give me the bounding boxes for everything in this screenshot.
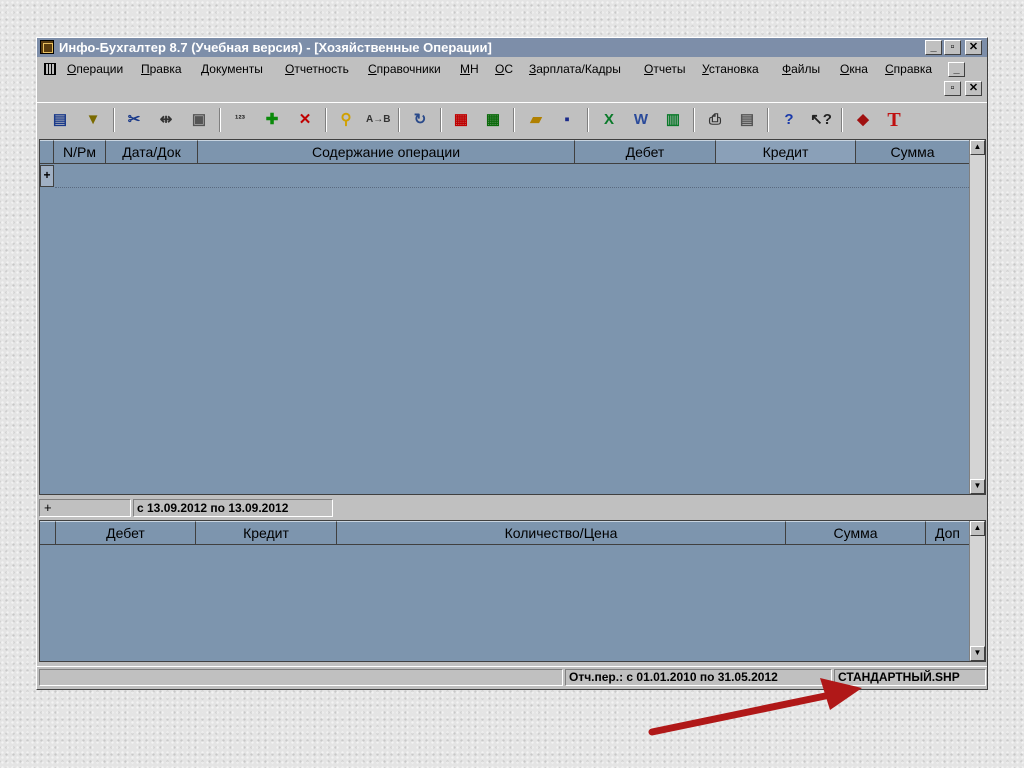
toolbar-separator (767, 108, 769, 132)
column-header-content[interactable]: Содержание операции (198, 140, 575, 164)
app-icon[interactable] (40, 40, 54, 54)
calculator-icon[interactable]: ▦ (481, 109, 505, 131)
toolbar-separator (841, 108, 843, 132)
toolbar-separator (113, 108, 115, 132)
report-icon[interactable]: ▥ (661, 109, 685, 131)
menu-mn[interactable]: МН (460, 62, 479, 76)
menu-os[interactable]: ОС (495, 62, 513, 76)
period-bar: + с 13.09.2012 по 13.09.2012 (39, 499, 986, 519)
column-header-sum[interactable]: Сумма (856, 140, 970, 164)
minimize-button[interactable]: _ (925, 40, 942, 55)
title-bar[interactable]: Инфо-Бухгалтер 8.7 (Учебная версия) - [Х… (37, 38, 987, 57)
scroll-down-arrow[interactable]: ▼ (970, 479, 985, 494)
close-button[interactable]: ✕ (965, 40, 982, 55)
search-icon[interactable]: ⚲ (334, 109, 358, 131)
child-minimize-button[interactable]: _ (948, 62, 965, 77)
menu-help[interactable]: Справка (885, 62, 932, 76)
toolbar-separator (440, 108, 442, 132)
operations-scrollbar[interactable]: ▲ ▼ (969, 140, 985, 494)
toolbar (37, 102, 987, 137)
numbering-icon[interactable]: ¹²³ (228, 109, 252, 131)
table-row[interactable] (55, 165, 969, 188)
menu-windows[interactable]: Окна (840, 62, 868, 76)
column-header-sum[interactable]: Сумма (786, 521, 926, 545)
toolbar-separator (398, 108, 400, 132)
window-title: Инфо-Бухгалтер 8.7 (Учебная версия) - [Х… (59, 40, 492, 55)
app-logo-icon[interactable]: ◆ (851, 109, 875, 131)
menu-reports[interactable]: Отчеты (644, 62, 686, 76)
child-close-button[interactable]: ✕ (965, 81, 982, 96)
column-header-extra[interactable]: Доп (926, 521, 970, 545)
excel-icon[interactable]: X (597, 109, 621, 131)
arrow-shaft (648, 691, 834, 736)
print-icon[interactable]: ⎙ (703, 109, 727, 131)
operations-table: N/Рм Дата/Док Содержание операции Дебет … (39, 139, 986, 495)
menu-reporting[interactable]: Отчетность (285, 62, 349, 76)
entries-scrollbar[interactable]: ▲ ▼ (969, 521, 985, 661)
row-selector-header (40, 140, 54, 164)
arrow-head (820, 678, 862, 710)
open-folder-icon[interactable]: ▰ (524, 109, 548, 131)
entries-table: Дебет Кредит Количество/Цена Сумма Доп ▲… (39, 520, 986, 662)
menu-edit[interactable]: Правка (141, 62, 182, 76)
menu-files[interactable]: Файлы (782, 62, 820, 76)
t-logo-icon[interactable]: T (882, 109, 906, 131)
toolbar-separator (325, 108, 327, 132)
period-expand-marker[interactable]: + (39, 499, 131, 517)
save-icon[interactable]: ▪ (555, 109, 579, 131)
column-header-number[interactable]: N/Рм (54, 140, 106, 164)
menu-documents[interactable]: Документы (201, 62, 263, 76)
child-restore-button[interactable]: ▫ (944, 81, 961, 96)
column-header-credit[interactable]: Кредит (196, 521, 337, 545)
toolbar-separator (219, 108, 221, 132)
column-header-debit[interactable]: Дебет (575, 140, 716, 164)
column-header-quantity-price[interactable]: Количество/Цена (337, 521, 786, 545)
toolbar-separator (587, 108, 589, 132)
period-range[interactable]: с 13.09.2012 по 13.09.2012 (133, 499, 333, 517)
menu-setup[interactable]: Установка (702, 62, 759, 76)
menu-operations[interactable]: Операции (67, 62, 123, 76)
menu-references[interactable]: Справочники (368, 62, 441, 76)
scroll-up-arrow[interactable]: ▲ (970, 140, 985, 155)
preview-icon[interactable]: ▤ (735, 109, 759, 131)
merge-icon[interactable]: ⇹ (154, 109, 178, 131)
toolbar-separator (513, 108, 515, 132)
app-window: Инфо-Бухгалтер 8.7 (Учебная версия) - [Х… (36, 37, 988, 690)
word-icon[interactable]: W (629, 109, 653, 131)
column-header-debit[interactable]: Дебет (56, 521, 196, 545)
refresh-icon[interactable]: ↻ (408, 109, 432, 131)
journal-icon[interactable]: ▤ (48, 109, 72, 131)
menu-payroll[interactable]: Зарплата/Кадры (529, 62, 621, 76)
document-menu-icon[interactable] (44, 63, 56, 75)
context-help-icon[interactable]: ↖? (809, 109, 833, 131)
row-selector-header (40, 521, 56, 545)
delete-icon[interactable]: ✕ (293, 109, 317, 131)
status-message (39, 669, 563, 686)
add-icon[interactable]: ✚ (260, 109, 284, 131)
column-header-credit[interactable]: Кредит (716, 140, 856, 164)
operations-header-row: N/Рм Дата/Док Содержание операции Дебет … (40, 140, 970, 164)
scroll-up-arrow[interactable]: ▲ (970, 521, 985, 536)
calendar-icon[interactable]: ▦ (449, 109, 473, 131)
filter-icon[interactable]: ▼ (81, 109, 105, 131)
replace-icon[interactable]: A→B (366, 109, 390, 131)
help-icon[interactable]: ? (777, 109, 801, 131)
entries-header-row: Дебет Кредит Количество/Цена Сумма Доп (40, 521, 970, 545)
restore-button[interactable]: ▫ (944, 40, 961, 55)
scroll-down-arrow[interactable]: ▼ (970, 646, 985, 661)
scissors-icon[interactable]: ✂ (122, 109, 146, 131)
toolbar-separator (693, 108, 695, 132)
paste-icon[interactable]: ▣ (187, 109, 211, 131)
column-header-date[interactable]: Дата/Док (106, 140, 198, 164)
new-row-marker[interactable]: + (40, 165, 54, 187)
red-arrow-annotation (648, 678, 862, 736)
